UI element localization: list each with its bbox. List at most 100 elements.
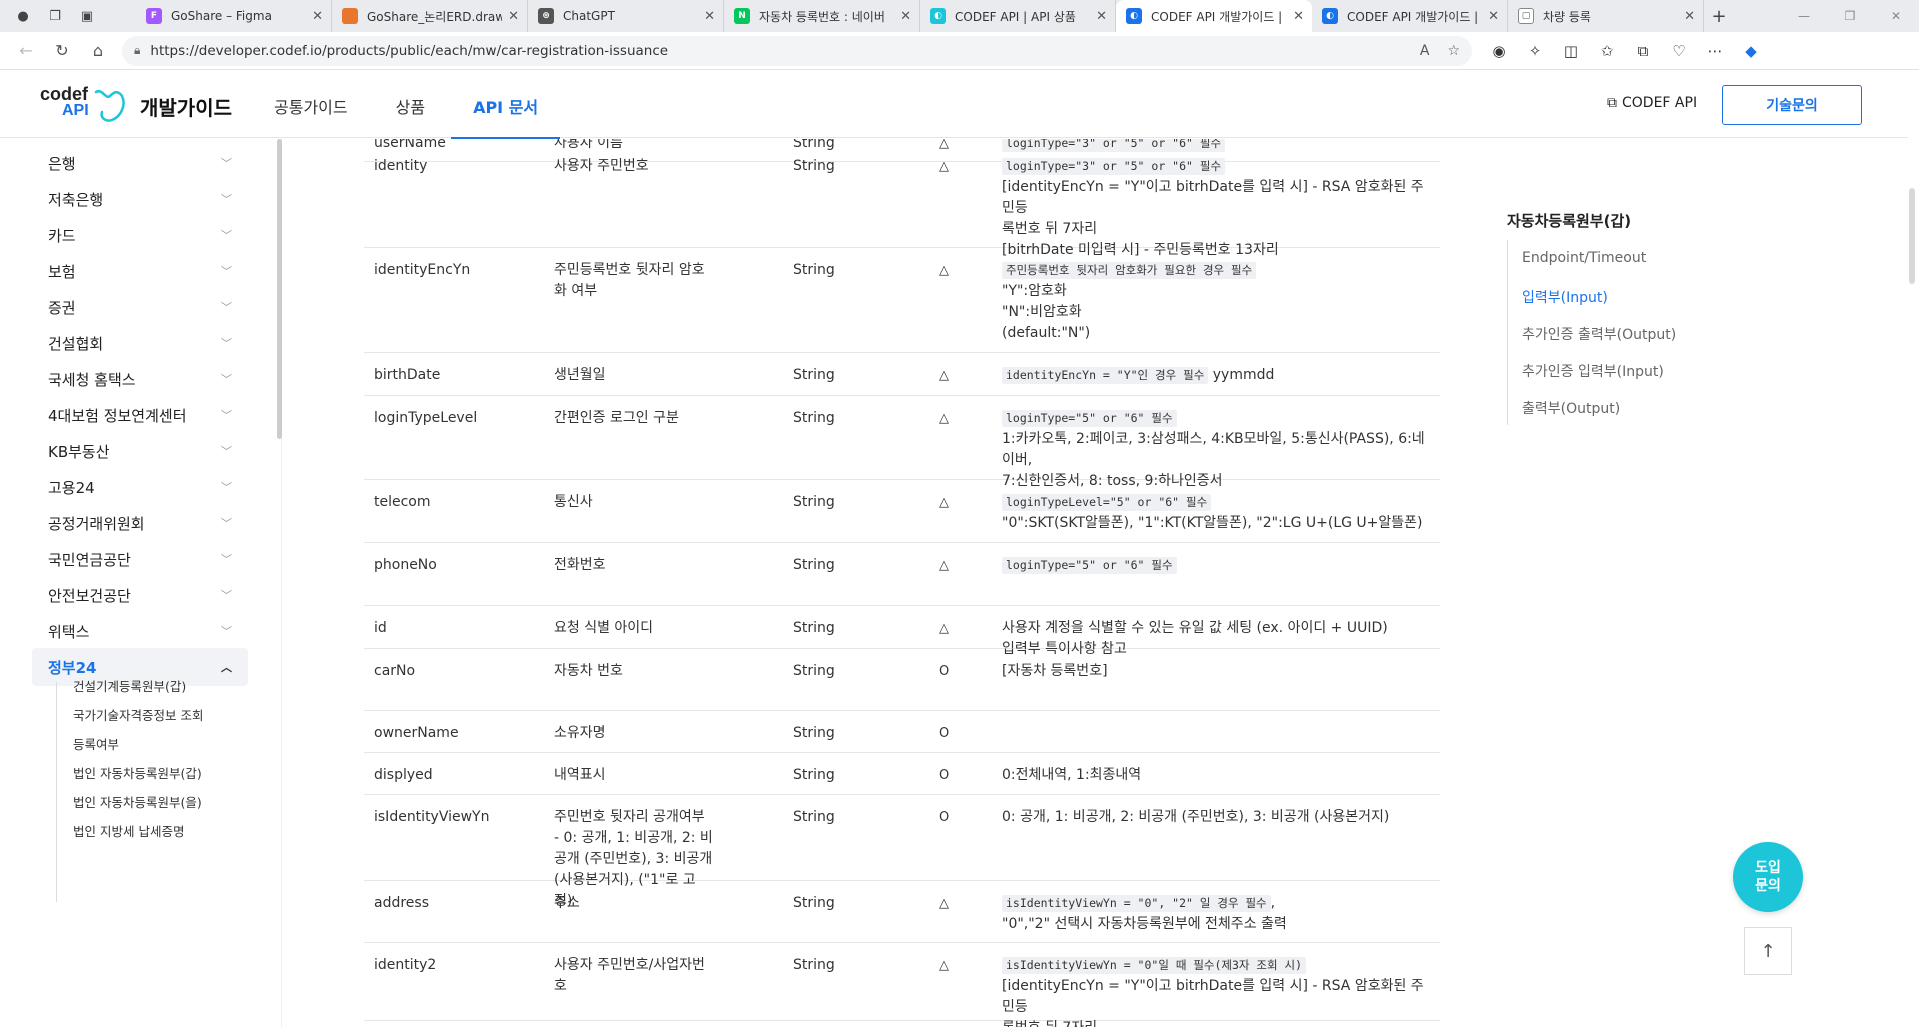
sidebar-sub-item[interactable]: 법인 지방세 납세증명 bbox=[73, 821, 184, 840]
tech-inquiry-button[interactable]: 기술문의 bbox=[1722, 85, 1862, 125]
param-type: String bbox=[793, 410, 835, 426]
table-row: identity 사용자 주민번호 String △ loginType="3" or … bbox=[364, 144, 1440, 258]
param-required: △ bbox=[939, 558, 949, 573]
toc-item[interactable]: 추가인증 입력부(Input) bbox=[1522, 361, 1664, 381]
sidebar-sub-item[interactable]: 등록여부 bbox=[73, 734, 119, 753]
chevron-down-icon: ﹀ bbox=[221, 409, 232, 422]
sidebar-item[interactable]: 은행 ﹀ bbox=[32, 144, 248, 182]
close-window-icon[interactable]: ✕ bbox=[1873, 0, 1919, 32]
param-note: [자동차 등록번호] bbox=[1002, 661, 1432, 682]
sidebar-sub-item[interactable]: 법인 자동차등록원부(갑) bbox=[73, 763, 202, 782]
tab-actions-icon[interactable]: ▣ bbox=[74, 4, 100, 28]
sidebar-item[interactable]: 고용24 ﹀ bbox=[32, 468, 248, 506]
scroll-to-top-button[interactable]: ↑ bbox=[1744, 927, 1792, 975]
restore-icon[interactable]: ❐ bbox=[1827, 0, 1873, 32]
sidebar-item[interactable]: 위택스 ﹀ bbox=[32, 612, 248, 650]
browser-tab[interactable]: N 자동차 등록번호 : 네이버 ✕ bbox=[724, 0, 920, 32]
browser-tab[interactable]: ◐ CODEF API 개발가이드 | ✕ bbox=[1116, 0, 1312, 32]
sidebar-item[interactable]: 안전보건공단 ﹀ bbox=[32, 576, 248, 614]
intro-inquiry-button[interactable]: 도입 문의 bbox=[1733, 842, 1803, 912]
tab-close-icon[interactable]: ✕ bbox=[508, 9, 519, 24]
sidebar-sub-item[interactable]: 국가기술자격증정보 조회 bbox=[73, 705, 203, 724]
url-field[interactable]: 🔒︎ https://developer.codef.io/products/p… bbox=[122, 35, 1472, 66]
extensions-puzzle-icon[interactable]: ✧ bbox=[1520, 36, 1550, 66]
param-required: △ bbox=[939, 411, 949, 426]
performance-icon[interactable]: ♡ bbox=[1664, 36, 1694, 66]
new-tab-button[interactable]: + bbox=[1704, 6, 1734, 27]
browser-tab[interactable]: ⊛ ChatGPT ✕ bbox=[528, 0, 724, 32]
tab-favicon-icon: ◐ bbox=[1322, 8, 1338, 24]
sidebar-item[interactable]: 카드 ﹀ bbox=[32, 216, 248, 254]
home-icon[interactable]: ⌂ bbox=[80, 36, 116, 66]
more-menu-icon[interactable]: ⋯ bbox=[1700, 36, 1730, 66]
workspaces-icon[interactable]: ❐ bbox=[42, 4, 68, 28]
tab-close-icon[interactable]: ✕ bbox=[1684, 9, 1695, 24]
browser-tab[interactable]: ◐ CODEF API | API 상품 ✕ bbox=[920, 0, 1116, 32]
extension-circle-icon[interactable]: ◉ bbox=[1484, 36, 1514, 66]
logo-hand-icon bbox=[94, 89, 125, 122]
param-required: △ bbox=[939, 263, 949, 278]
table-row: loginTypeLevel 간편인증 로그인 구분 String △ loginTyp… bbox=[364, 396, 1440, 489]
browser-tab[interactable]: F GoShare – Figma ✕ bbox=[136, 0, 332, 32]
param-required: △ bbox=[939, 958, 949, 973]
browser-tab[interactable]: ▢ 차량 등록 ✕ bbox=[1508, 0, 1704, 32]
sidebar-item[interactable]: 증권 ﹀ bbox=[32, 288, 248, 326]
toc-item[interactable]: 입력부(Input) bbox=[1522, 287, 1608, 307]
minimize-icon[interactable]: — bbox=[1781, 0, 1827, 32]
toc-item[interactable]: Endpoint/Timeout bbox=[1522, 250, 1646, 266]
read-aloud-icon[interactable]: A bbox=[1420, 43, 1430, 59]
browser-tab[interactable]: ◐ CODEF API 개발가이드 | ✕ bbox=[1312, 0, 1508, 32]
note-code-line: loginTypeLevel="5" or "6" 필수 bbox=[1002, 492, 1432, 513]
copilot-icon[interactable]: ◆ bbox=[1736, 36, 1766, 66]
nav-api-docs[interactable]: API 문서 bbox=[451, 94, 561, 139]
sidebar-item[interactable]: 국민연금공단 ﹀ bbox=[32, 540, 248, 578]
nav-common-guide[interactable]: 공통가이드 bbox=[274, 94, 348, 118]
param-description: 전화번호 bbox=[554, 557, 606, 573]
note-code-line: isIdentityViewYn = "0"일 때 필수(제3자 조회 시) bbox=[1002, 955, 1432, 976]
tab-close-icon[interactable]: ✕ bbox=[1096, 9, 1107, 24]
param-description: 간편인증 로그인 구분 bbox=[554, 410, 679, 426]
tab-close-icon[interactable]: ✕ bbox=[312, 9, 323, 24]
sidebar-scrollbar[interactable] bbox=[277, 139, 282, 439]
page-brand-title: 개발가이드 bbox=[140, 96, 232, 120]
note-after: , bbox=[1270, 895, 1276, 911]
favorites-icon[interactable]: ✩ bbox=[1592, 36, 1622, 66]
table-row: isIdentityViewYn 주민번호 뒷자리 공개여부 - 0: 공개, 1… bbox=[364, 795, 1440, 909]
favorite-star-icon[interactable]: ☆ bbox=[1447, 43, 1460, 59]
tab-close-icon[interactable]: ✕ bbox=[704, 9, 715, 24]
sidebar-item[interactable]: KB부동산 ﹀ bbox=[32, 432, 248, 470]
refresh-icon[interactable]: ↻ bbox=[44, 36, 80, 66]
toc-item[interactable]: 추가인증 출력부(Output) bbox=[1522, 324, 1676, 344]
tab-close-icon[interactable]: ✕ bbox=[900, 9, 911, 24]
sidebar-sub-item[interactable]: 법인 자동차등록원부(을) bbox=[73, 792, 202, 811]
sidebar-item[interactable]: 보험 ﹀ bbox=[32, 252, 248, 290]
sidebar-item[interactable]: 국세청 홈택스 ﹀ bbox=[32, 360, 248, 398]
back-icon[interactable]: ← bbox=[8, 36, 44, 66]
param-description: 주민등록번호 뒷자리 암호화 여부 bbox=[554, 262, 705, 299]
nav-products[interactable]: 상품 bbox=[396, 94, 425, 118]
sidebar-sub-item[interactable]: 건설기계등록원부(갑) bbox=[73, 676, 186, 695]
split-screen-icon[interactable]: ◫ bbox=[1556, 36, 1586, 66]
sidebar-item[interactable]: 저축은행 ﹀ bbox=[32, 180, 248, 218]
sidebar-item[interactable]: 4대보험 정보연계센터 ﹀ bbox=[32, 396, 248, 434]
codef-api-link[interactable]: ⧉ CODEF API bbox=[1607, 95, 1697, 111]
toc-title: 자동차등록원부(갑) bbox=[1507, 212, 1632, 230]
codef-logo[interactable]: codef API bbox=[40, 84, 126, 126]
toc-item[interactable]: 출력부(Output) bbox=[1522, 398, 1620, 418]
tab-close-icon[interactable]: ✕ bbox=[1488, 9, 1499, 24]
page-scrollbar[interactable] bbox=[1909, 188, 1915, 284]
tab-close-icon[interactable]: ✕ bbox=[1293, 9, 1304, 24]
collections-icon[interactable]: ⧉ bbox=[1628, 36, 1658, 66]
browser-tab[interactable]: GoShare_논리ERD.drawio ✕ bbox=[332, 0, 528, 32]
note-code: isIdentityViewYn = "0"일 때 필수(제3자 조회 시) bbox=[1002, 957, 1307, 974]
submenu-guide-line bbox=[56, 682, 57, 902]
sidebar-item[interactable]: 건설협회 ﹀ bbox=[32, 324, 248, 362]
tab-title: CODEF API 개발가이드 | bbox=[1151, 9, 1283, 24]
sidebar-item[interactable]: 공정거래위원회 ﹀ bbox=[32, 504, 248, 542]
lock-icon[interactable]: 🔒︎ bbox=[134, 43, 140, 58]
table-row: displyed 내역표시 String O 0:전체내역, 1:최종내역 bbox=[364, 753, 1440, 795]
param-type: String bbox=[793, 895, 835, 911]
note-line: [자동차 등록번호] bbox=[1002, 663, 1108, 679]
tab-favicon-icon: ⊛ bbox=[538, 8, 554, 24]
profile-icon[interactable]: ● bbox=[10, 4, 36, 28]
